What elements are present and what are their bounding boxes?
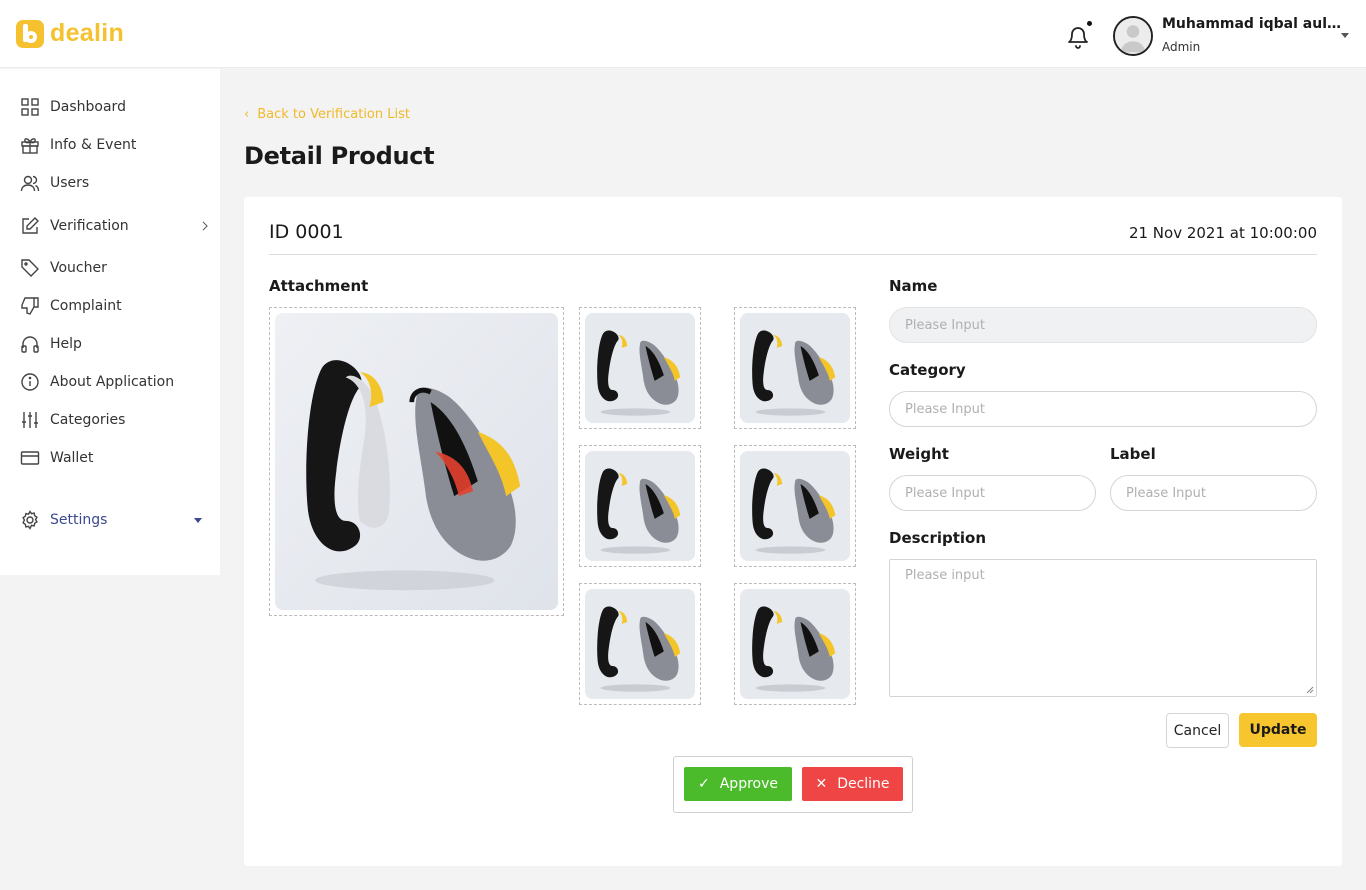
attachment-thumbnail[interactable]	[734, 583, 856, 705]
sidebar-item-label: Info & Event	[50, 137, 137, 153]
sidebar-item-label: Verification	[50, 218, 129, 234]
brand-logo[interactable]: dealin	[16, 19, 124, 48]
sidebar-item-label: Users	[50, 175, 90, 191]
sidebar-item-label: Voucher	[50, 260, 107, 276]
approve-button[interactable]: ✓ Approve	[684, 767, 792, 801]
card-icon	[20, 451, 40, 465]
notification-dot	[1087, 21, 1092, 26]
update-button[interactable]: Update	[1239, 713, 1317, 747]
avatar[interactable]	[1113, 16, 1153, 56]
sidebar-item-dashboard[interactable]: Dashboard	[20, 96, 212, 118]
sidebar-item-label: Help	[50, 336, 82, 352]
product-detail-card: ID 0001 21 Nov 2021 at 10:00:00 Attachme…	[244, 197, 1342, 866]
sidebar-item-info-event[interactable]: Info & Event	[20, 134, 212, 156]
name-input[interactable]: Please Input	[889, 307, 1317, 343]
sidebar-item-users[interactable]: Users	[20, 172, 212, 194]
product-id: ID 0001	[269, 221, 344, 243]
label-label: Label	[1110, 445, 1156, 463]
bell-icon[interactable]	[1066, 24, 1090, 50]
attachment-thumbnail[interactable]	[579, 583, 701, 705]
tag-icon	[21, 259, 39, 277]
weight-label: Weight	[889, 445, 949, 463]
attachment-main-image[interactable]	[269, 307, 564, 616]
sidebar-item-help[interactable]: Help	[20, 333, 212, 355]
gear-icon	[22, 510, 38, 530]
caret-down-icon	[194, 518, 202, 523]
sidebar-item-verification[interactable]: Verification	[20, 215, 212, 237]
page-title: Detail Product	[244, 142, 435, 170]
users-icon	[20, 175, 40, 192]
category-label: Category	[889, 361, 966, 379]
top-header: dealin Muhammad iqbal aulia... Admin	[0, 0, 1366, 68]
name-label: Name	[889, 277, 938, 295]
weight-input[interactable]: Please Input	[889, 475, 1096, 511]
back-link[interactable]: ‹ Back to Verification List	[244, 107, 410, 122]
sidebar-item-label: Categories	[50, 412, 126, 428]
attachment-label: Attachment	[269, 277, 369, 295]
attachment-thumbnail[interactable]	[579, 307, 701, 429]
gift-icon	[21, 138, 39, 154]
sidebar-item-label: Wallet	[50, 450, 94, 466]
user-role: Admin	[1162, 40, 1201, 54]
thumbs-down-icon	[21, 297, 39, 315]
sidebar-item-complaint[interactable]: Complaint	[20, 295, 212, 317]
category-input[interactable]: Please Input	[889, 391, 1317, 427]
sliders-icon	[22, 412, 38, 428]
decision-group: ✓ Approve ✕ Decline	[673, 756, 913, 813]
info-icon	[21, 373, 39, 391]
cancel-button[interactable]: Cancel	[1166, 713, 1229, 748]
sidebar-item-label: Complaint	[50, 298, 122, 314]
divider	[269, 254, 1317, 255]
sidebar-item-label: Dashboard	[50, 99, 126, 115]
edit-icon	[22, 217, 39, 234]
attachment-thumbnail[interactable]	[579, 445, 701, 567]
attachment-thumbnail[interactable]	[734, 307, 856, 429]
user-name[interactable]: Muhammad iqbal aulia...	[1162, 16, 1342, 32]
sidebar-item-settings[interactable]: Settings	[20, 509, 212, 531]
grid-icon	[21, 98, 39, 116]
sidebar-item-about-application[interactable]: About Application	[20, 371, 212, 393]
sidebar-item-voucher[interactable]: Voucher	[20, 257, 212, 279]
label-input[interactable]: Please Input	[1110, 475, 1317, 511]
logo-icon	[16, 19, 44, 48]
brand-name: dealin	[50, 19, 125, 47]
attachment-thumbnail[interactable]	[734, 445, 856, 567]
description-textarea[interactable]: Please input	[889, 559, 1317, 697]
product-date: 21 Nov 2021 at 10:00:00	[1128, 224, 1317, 242]
chevron-right-icon	[202, 221, 208, 231]
description-label: Description	[889, 529, 987, 547]
check-icon: ✓	[698, 776, 710, 792]
sidebar-item-categories[interactable]: Categories	[20, 409, 212, 431]
headphones-icon	[21, 336, 39, 353]
caret-down-icon[interactable]	[1341, 33, 1349, 38]
decline-button[interactable]: ✕ Decline	[802, 767, 903, 801]
sidebar-item-label: Settings	[50, 512, 108, 528]
resize-handle-icon[interactable]	[1306, 686, 1314, 694]
sidebar-item-wallet[interactable]: Wallet	[20, 447, 212, 469]
sidebar: Dashboard Info & Event Users Verificatio…	[0, 69, 220, 575]
chevron-left-icon: ‹	[244, 107, 250, 122]
sidebar-item-label: About Application	[50, 374, 175, 390]
close-icon: ✕	[815, 776, 828, 792]
